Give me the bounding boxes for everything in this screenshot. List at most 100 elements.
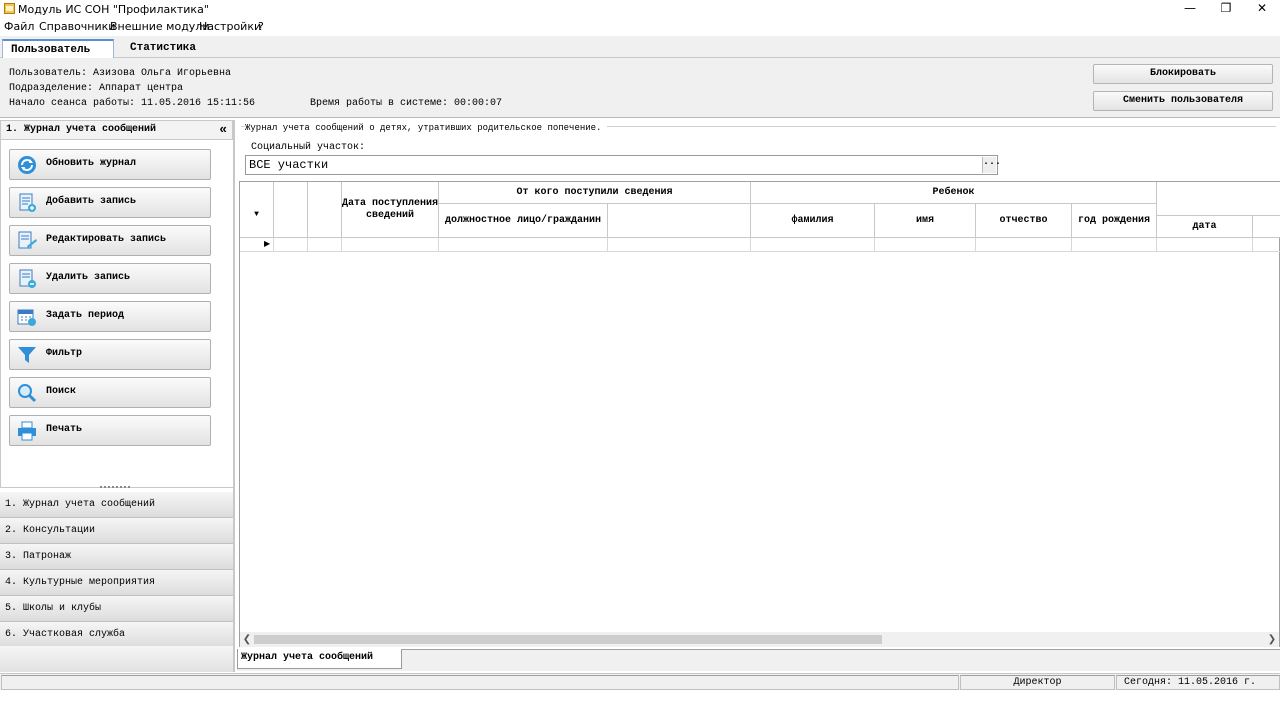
window-title: Модуль ИС СОН "Профилактика" <box>18 3 209 16</box>
menu-file[interactable]: Файл <box>4 20 34 33</box>
column-extra-tail[interactable] <box>1253 216 1280 238</box>
delete-record-label: Удалить запись <box>46 272 131 283</box>
search-icon <box>18 384 37 403</box>
nav-empty-area <box>0 646 233 672</box>
scroll-left-icon[interactable]: ❮ <box>240 632 254 647</box>
close-button[interactable]: ✕ <box>1244 0 1280 18</box>
calendar-icon <box>17 309 36 326</box>
column-name[interactable]: имя <box>875 204 976 238</box>
scrollbar-thumb[interactable] <box>254 635 882 644</box>
table-cell[interactable] <box>439 238 608 252</box>
table-cell[interactable] <box>875 238 976 252</box>
filter-label: Фильтр <box>46 348 83 359</box>
nav-item-patronage[interactable]: 3. Патронаж <box>0 544 233 570</box>
social-area-browse-button[interactable]: ... <box>982 157 1001 173</box>
table-cell[interactable] <box>1253 238 1280 252</box>
scroll-right-icon[interactable]: ❯ <box>1265 632 1279 647</box>
menu-external-modules[interactable]: Внешние модули <box>110 20 210 33</box>
nav-item-cultural-events[interactable]: 4. Культурные мероприятия <box>0 570 233 596</box>
nav-item-consultations[interactable]: 2. Консультации <box>0 518 233 544</box>
collapse-panel-button[interactable]: « <box>219 121 227 139</box>
left-panel: 1. Журнал учета сообщений « Обновить жур… <box>0 120 235 672</box>
column-birth-year[interactable]: год рождения <box>1072 204 1157 238</box>
set-period-button[interactable]: Задать период <box>9 301 211 332</box>
empty-bottom-area <box>0 690 1280 720</box>
nav-item-district-service[interactable]: 6. Участковая служба <box>0 622 233 648</box>
table-cell[interactable] <box>274 238 308 252</box>
menu-bar: Файл Справочники Внешние модули Настройк… <box>0 18 1280 35</box>
set-period-label: Задать период <box>46 310 125 321</box>
nav-item-journal[interactable]: 1. Журнал учета сообщений <box>0 492 233 518</box>
print-label: Печать <box>46 424 83 435</box>
switch-user-button[interactable]: Сменить пользователя <box>1093 91 1273 111</box>
grid-column-1-header[interactable] <box>274 182 308 238</box>
table-row-indicator[interactable]: ▶ <box>240 238 274 252</box>
edit-document-icon <box>18 231 37 249</box>
restore-button[interactable]: ❐ <box>1208 0 1244 18</box>
main-area: Журнал учета сообщений о детях, утративш… <box>237 120 1280 672</box>
column-date-received[interactable]: Дата поступления сведений <box>342 182 439 238</box>
refresh-journal-button[interactable]: Обновить журнал <box>9 149 211 180</box>
column-group-from-whom[interactable]: От кого поступили сведения <box>439 182 751 204</box>
status-cell-main <box>1 675 959 690</box>
nav-item-schools-clubs[interactable]: 5. Школы и клубы <box>0 596 233 622</box>
table-cell[interactable] <box>342 238 439 252</box>
horizontal-scrollbar[interactable]: ❮ ❯ <box>240 632 1279 647</box>
column-date[interactable]: дата <box>1157 216 1253 238</box>
left-panel-title: 1. Журнал учета сообщений <box>6 124 157 135</box>
journal-group-title: Журнал учета сообщений о детях, утративш… <box>245 123 608 133</box>
status-role: Директор <box>960 675 1115 690</box>
top-tabs: Пользователь Статистика <box>0 36 1280 58</box>
user-panel: Пользователь: Азизова Ольга Игорьевна По… <box>0 58 1280 118</box>
tab-user[interactable]: Пользователь <box>2 39 114 58</box>
tab-statistics[interactable]: Статистика <box>122 39 204 58</box>
grid-row-selector-header[interactable]: ▼ <box>240 182 274 238</box>
table-cell[interactable] <box>751 238 875 252</box>
column-patronymic[interactable]: отчество <box>976 204 1072 238</box>
filter-button[interactable]: Фильтр <box>9 339 211 370</box>
table-cell[interactable] <box>976 238 1072 252</box>
column-surname[interactable]: фамилия <box>751 204 875 238</box>
social-area-value: ВСЕ участки <box>249 158 329 172</box>
menu-references[interactable]: Справочники <box>39 20 115 33</box>
delete-document-icon <box>19 269 36 288</box>
edit-record-label: Редактировать запись <box>46 234 167 245</box>
edit-record-button[interactable]: Редактировать запись <box>9 225 211 256</box>
menu-settings[interactable]: Настройки <box>199 20 261 33</box>
block-button[interactable]: Блокировать <box>1093 64 1273 84</box>
search-label: Поиск <box>46 386 77 397</box>
filter-icon <box>18 347 36 363</box>
refresh-icon <box>18 156 36 174</box>
table-cell[interactable] <box>1072 238 1157 252</box>
left-panel-header: 1. Журнал учета сообщений « <box>0 120 233 140</box>
minimize-button[interactable]: — <box>1172 0 1208 18</box>
department-line: Подразделение: Аппарат центра <box>9 83 184 94</box>
column-chooser-icon[interactable]: ▼ <box>254 209 259 221</box>
column-from-whom-extra[interactable] <box>608 204 751 238</box>
search-button[interactable]: Поиск <box>9 377 211 408</box>
print-button[interactable]: Печать <box>9 415 211 446</box>
column-official[interactable]: должностное лицо/гражданин <box>439 204 608 238</box>
table-cell[interactable] <box>608 238 751 252</box>
add-record-button[interactable]: Добавить запись <box>9 187 211 218</box>
table-cell[interactable] <box>1157 238 1253 252</box>
social-area-field[interactable]: ВСЕ участки ... <box>245 155 1001 175</box>
social-area-label: Социальный участок: <box>251 142 366 153</box>
current-row-arrow-icon: ▶ <box>264 239 271 248</box>
splitter-grip[interactable] <box>100 486 130 489</box>
printer-icon <box>18 421 36 441</box>
column-group-child[interactable]: Ребенок <box>751 182 1157 204</box>
journal-grid[interactable]: ▼ Дата поступления сведений От кого пост… <box>239 181 1280 647</box>
status-today: Сегодня: 11.05.2016 г. <box>1116 675 1280 690</box>
menu-help[interactable]: ? <box>258 20 264 33</box>
table-cell[interactable] <box>308 238 342 252</box>
column-group-extra[interactable] <box>1157 182 1280 216</box>
refresh-journal-label: Обновить журнал <box>46 158 137 169</box>
grid-column-2-header[interactable] <box>308 182 342 238</box>
session-start-line: Начало сеанса работы: 11.05.2016 15:11:5… <box>9 98 256 109</box>
user-name-line: Пользователь: Азизова Ольга Игорьевна <box>9 68 232 79</box>
work-time-line: Время работы в системе: 00:00:07 <box>310 98 503 109</box>
delete-record-button[interactable]: Удалить запись <box>9 263 211 294</box>
actions-panel: Обновить журнал Добавить запись Редактир… <box>0 140 233 488</box>
tab-journal[interactable]: Журнал учета сообщений <box>237 649 402 669</box>
